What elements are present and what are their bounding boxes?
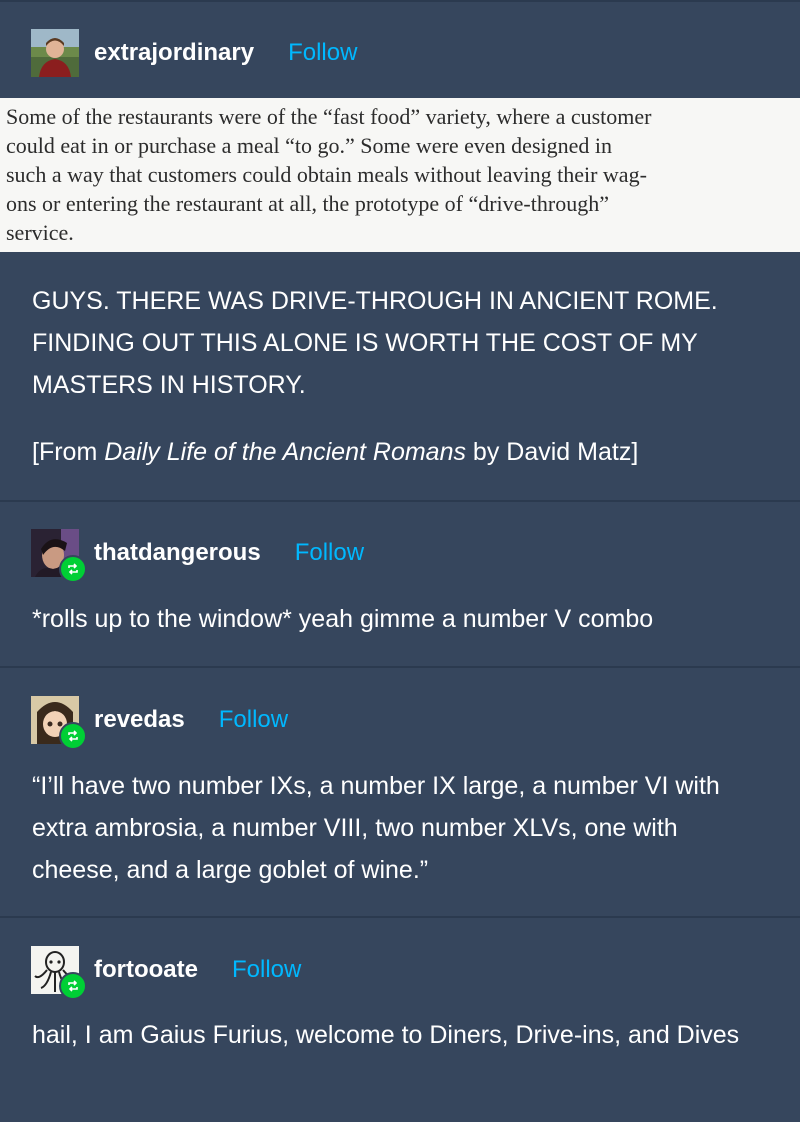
reblog-icon	[68, 730, 78, 742]
reblog-badge	[59, 972, 87, 1000]
reblog-badge	[59, 555, 87, 583]
post-divider	[0, 666, 800, 668]
quoted-book-excerpt-image: Some of the restaurants were of the “fas…	[0, 98, 800, 252]
top-border	[0, 0, 800, 2]
username[interactable]: fortooate	[94, 956, 198, 984]
reblog-icon	[68, 563, 78, 575]
excerpt-line: ons or entering the restaurant at all, t…	[6, 191, 609, 216]
avatar-thatdangerous[interactable]	[31, 529, 87, 583]
username[interactable]: extrajordinary	[94, 39, 254, 67]
citation-prefix: [From	[32, 438, 105, 466]
excerpt-line: such a way that customers could obtain m…	[6, 162, 647, 187]
follow-button[interactable]: Follow	[288, 39, 357, 67]
post-body-text: hail, I am Gaius Furius, welcome to Dine…	[32, 1021, 740, 1049]
post-divider	[0, 916, 800, 918]
reblog-icon	[68, 980, 78, 992]
excerpt-line: could eat in or purchase a meal “to go.”…	[6, 133, 612, 158]
avatar-fortooate[interactable]	[31, 946, 87, 1000]
follow-button[interactable]: Follow	[219, 706, 288, 734]
post-body-text: *rolls up to the window* yeah gimme a nu…	[32, 605, 654, 633]
excerpt-line: service.	[6, 220, 74, 245]
post-header: fortooate Follow	[0, 946, 301, 1000]
username[interactable]: thatdangerous	[94, 539, 261, 567]
excerpt-line: Some of the restaurants were of the “fas…	[6, 104, 652, 129]
post-header: extrajordinary Follow	[0, 29, 357, 77]
post-body-text: GUYS. THERE WAS DRIVE-THROUGH IN ANCIENT…	[32, 287, 718, 399]
follow-button[interactable]: Follow	[295, 539, 364, 567]
citation-suffix: by David Matz]	[465, 438, 639, 466]
citation-book-title: Daily Life of the Ancient Romans	[104, 438, 466, 466]
reblog-badge	[59, 722, 87, 750]
citation: [From Daily Life of the Ancient Romans b…	[32, 431, 772, 473]
post-header: revedas Follow	[0, 696, 288, 750]
username[interactable]: revedas	[94, 706, 185, 734]
avatar-revedas[interactable]	[31, 696, 87, 750]
follow-button[interactable]: Follow	[232, 956, 301, 984]
post-divider	[0, 500, 800, 502]
person-photo-avatar-icon	[31, 29, 79, 77]
post-body-text: “I’ll have two number IXs, a number IX l…	[32, 772, 720, 884]
avatar-extrajordinary[interactable]	[31, 29, 79, 77]
post-header: thatdangerous Follow	[0, 529, 364, 583]
